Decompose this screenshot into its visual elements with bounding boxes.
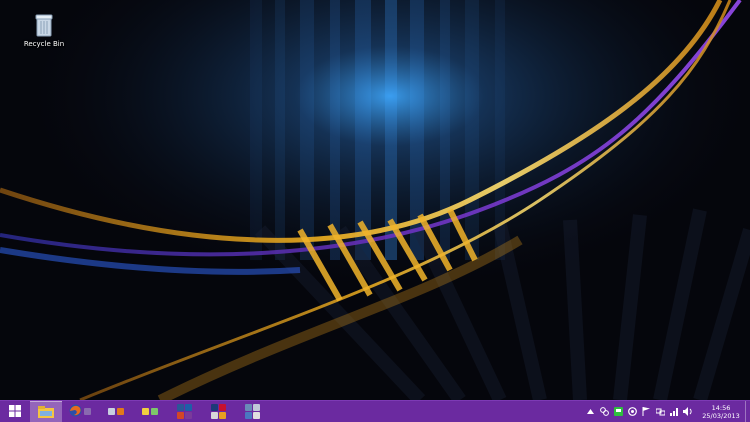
wallpaper [0,0,750,400]
calendar-icon [252,404,260,411]
photoshop-icon [210,404,218,411]
powerpoint-icon [176,412,184,419]
lightning-icon [142,408,149,415]
firefox-icon [69,402,82,421]
taskbar-system-group[interactable] [236,401,268,422]
picture-icon [151,408,158,415]
network-app-icon [244,412,252,419]
clock-time: 14:56 [711,403,731,412]
start-button[interactable] [0,401,30,422]
signal-icon[interactable] [669,406,679,418]
clock-date: 25/03/2013 [702,411,740,420]
computer-icon [244,404,252,411]
recycle-bin-icon [33,12,55,38]
system-tray: 14:56 25/03/2013 [583,401,750,422]
taskbar-utility-group[interactable] [100,401,132,422]
windows-logo-icon [9,402,21,421]
illustrator-icon [218,412,226,419]
circle-tray-icon[interactable] [627,406,637,418]
network-icon[interactable] [655,406,665,418]
taskbar-firefox[interactable] [64,401,96,422]
flag-icon[interactable] [641,406,651,418]
volume-icon[interactable] [683,406,693,418]
taskbar-file-explorer[interactable] [30,401,62,422]
taskbar-tools-group[interactable] [134,401,166,422]
desktop: Recycle Bin [0,0,750,400]
clock[interactable]: 14:56 25/03/2013 [699,404,743,420]
outlook-icon [184,404,192,411]
reader-icon [210,412,218,419]
acrobat-icon [218,404,226,411]
onenote-icon [184,412,192,419]
recycle-bin-label: Recycle Bin [23,40,65,48]
vlc-icon [117,408,124,415]
document-icon [252,412,260,419]
recycle-bin-shortcut[interactable]: Recycle Bin [22,12,66,48]
monitor-icon [108,408,115,415]
show-desktop-button[interactable] [745,401,750,422]
file-explorer-icon [38,403,54,422]
pinned-app-icon [83,408,91,415]
taskbar-adobe-group[interactable] [202,401,234,422]
green-tray-icon[interactable] [613,406,623,418]
network-tray-icon[interactable] [599,406,609,418]
chevron-up-icon[interactable] [585,406,595,418]
word-icon [176,404,184,411]
taskbar: 14:56 25/03/2013 [0,400,750,422]
taskbar-office-group[interactable] [168,401,200,422]
